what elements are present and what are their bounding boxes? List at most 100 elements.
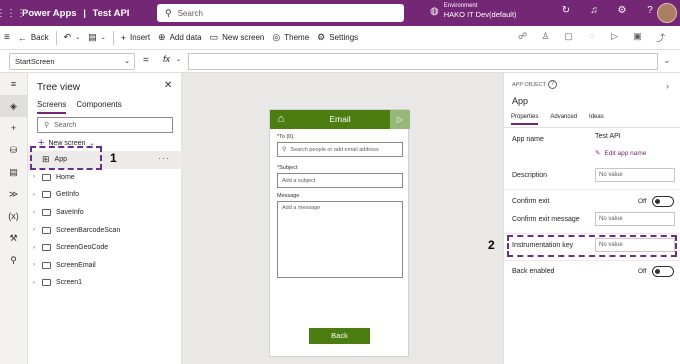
- properties-panel: APP OBJECT ? › App Properties Advanced I…: [503, 73, 680, 364]
- tree-item-screen[interactable]: › GetInfo: [28, 186, 182, 204]
- back-button[interactable]: ← Back: [14, 33, 53, 43]
- search-placeholder: Search: [177, 8, 203, 18]
- undo-button[interactable]: ↶ ⌄: [60, 32, 85, 43]
- command-bar: ≡ ← Back ↶ ⌄ ▤ ⌄ + Insert ⊕ Add data ▭ New scr…: [0, 26, 680, 50]
- search-icon[interactable]: ⚲: [0, 249, 27, 271]
- chevron-right-icon[interactable]: ›: [33, 174, 42, 180]
- data-cylinder-icon[interactable]: ⛁: [0, 139, 27, 161]
- tree-item-screen[interactable]: › ScreenBarcodeScan: [28, 221, 182, 239]
- screen-icon: [42, 279, 51, 287]
- hamburger-icon[interactable]: ≡: [0, 73, 27, 95]
- add-data-button[interactable]: ⊕ Add data: [154, 32, 206, 43]
- preview-play-icon[interactable]: ▷: [603, 31, 626, 44]
- comments-icon[interactable]: ▢: [557, 31, 580, 44]
- chevron-right-icon[interactable]: ›: [33, 210, 42, 216]
- insert-plus-icon[interactable]: +: [0, 117, 27, 139]
- to-field[interactable]: ⚲ Search people or add email address: [277, 142, 403, 157]
- app-checker-icon[interactable]: ☍: [511, 31, 534, 44]
- confirm-exit-toggle[interactable]: [652, 196, 674, 207]
- tab-properties[interactable]: Properties: [511, 114, 539, 125]
- chevron-down-icon[interactable]: ⌄: [176, 56, 181, 63]
- tree-item-screen[interactable]: › ScreenGeoCode: [28, 239, 182, 257]
- screen-preview[interactable]: ⌂ Email ▷ *To (0) ⚲ Search people or add…: [269, 109, 410, 357]
- description-label: Description: [512, 172, 548, 179]
- gear-icon: ⚙: [317, 32, 326, 42]
- tree-item-screen[interactable]: › Home: [28, 169, 182, 187]
- share-person-icon[interactable]: ♙: [534, 31, 557, 44]
- confirm-exit-label: Confirm exit: [512, 198, 550, 205]
- publish-icon[interactable]: ⤴: [649, 31, 672, 44]
- annotation-number-2: 2: [488, 238, 495, 252]
- settings-button[interactable]: ⚙ Settings: [313, 32, 362, 43]
- copilot-icon[interactable]: ↻: [552, 5, 580, 16]
- environment-label: Environment: [443, 3, 478, 9]
- tree-search-input[interactable]: ⚲ Search: [37, 117, 173, 133]
- confirm-exit-message-input[interactable]: No value: [595, 212, 675, 226]
- message-field[interactable]: Add a message: [277, 201, 403, 278]
- advanced-tools-icon[interactable]: ⚒: [0, 227, 27, 249]
- arrow-left-icon: ←: [17, 32, 27, 43]
- global-search-input[interactable]: ⚲ Search: [157, 4, 404, 22]
- waffle-icon[interactable]: ⋮⋮⋮: [0, 0, 26, 26]
- chevron-right-icon[interactable]: ›: [33, 227, 42, 233]
- tab-components[interactable]: Components: [76, 100, 121, 114]
- property-selector[interactable]: StartScreen ⌄: [9, 53, 135, 70]
- tree-view-panel: Tree view ✕ Screens Components ⚲ Search …: [28, 73, 182, 364]
- plus-icon: +: [120, 32, 127, 43]
- tree-item-screen[interactable]: › ScreenEmail: [28, 257, 182, 275]
- power-automate-icon[interactable]: ≫: [0, 183, 27, 205]
- close-icon[interactable]: ✕: [164, 80, 172, 91]
- chevron-down-icon: ⌄: [100, 35, 106, 41]
- description-input[interactable]: No value: [595, 168, 675, 182]
- more-options-icon[interactable]: ···: [158, 153, 170, 163]
- formula-input[interactable]: [188, 53, 658, 70]
- chevron-right-icon[interactable]: ›: [33, 245, 42, 251]
- collapse-chevron-icon[interactable]: ›: [666, 81, 669, 91]
- help-icon[interactable]: ?: [548, 80, 557, 89]
- screen-icon: [42, 244, 51, 252]
- test-icon[interactable]: ◌: [580, 31, 603, 44]
- screen-icon: [42, 226, 51, 234]
- tab-advanced[interactable]: Advanced: [550, 114, 577, 125]
- object-type-label: APP OBJECT: [512, 82, 547, 88]
- hamburger-menu-icon[interactable]: ≡: [0, 32, 14, 43]
- notification-icon[interactable]: ♫: [580, 5, 608, 16]
- expand-chevron-icon[interactable]: ⌄: [663, 55, 671, 66]
- chevron-right-icon[interactable]: ›: [33, 192, 42, 198]
- fx-button[interactable]: fx: [163, 54, 170, 64]
- tab-screens[interactable]: Screens: [37, 100, 67, 114]
- tree-view-icon[interactable]: ◈: [0, 95, 27, 117]
- subject-field[interactable]: Add a subject: [277, 173, 403, 188]
- save-icon[interactable]: ▣: [626, 31, 649, 44]
- tree-item-screen[interactable]: › SaveInfo: [28, 204, 182, 222]
- chevron-right-icon[interactable]: ›: [33, 280, 42, 286]
- theme-button[interactable]: ◎ Theme: [268, 32, 313, 43]
- tab-ideas[interactable]: Ideas: [589, 114, 604, 125]
- message-label: Message: [277, 193, 300, 199]
- settings-gear-icon[interactable]: ⚙: [608, 5, 636, 16]
- media-icon[interactable]: ▤: [0, 161, 27, 183]
- tree-item-screen[interactable]: › Screen1: [28, 274, 182, 292]
- avatar[interactable]: [657, 3, 677, 23]
- object-name: App: [512, 96, 529, 106]
- doc-title[interactable]: Test API: [93, 8, 130, 19]
- environment-picker[interactable]: ◍ Environment HAKO IT Dev(default): [430, 2, 517, 20]
- new-screen-button[interactable]: ▭ New screen: [206, 32, 269, 43]
- chevron-right-icon[interactable]: ›: [33, 262, 42, 268]
- back-enabled-toggle[interactable]: [652, 266, 674, 277]
- send-icon[interactable]: ▷: [390, 110, 410, 129]
- environment-name: HAKO IT Dev(default): [443, 10, 517, 19]
- paste-button[interactable]: ▤ ⌄: [84, 32, 110, 43]
- screen-icon: [42, 261, 51, 269]
- left-rail: ≡ ◈ + ⛁ ▤ ≫ (x) ⚒ ⚲: [0, 73, 28, 364]
- back-button[interactable]: Back: [309, 328, 370, 344]
- annotation-highlight-instrumentation: [507, 235, 677, 257]
- insert-button[interactable]: + Insert: [117, 33, 154, 43]
- screen-icon: [42, 191, 51, 199]
- variables-icon[interactable]: (x): [0, 205, 27, 227]
- screen-icon: [42, 209, 51, 217]
- globe-icon: ◍: [430, 5, 439, 17]
- subject-label: *Subject: [277, 165, 298, 171]
- edit-app-name-link[interactable]: ✎ Edit app name: [595, 149, 646, 158]
- confirm-exit-message-label: Confirm exit message: [512, 216, 580, 223]
